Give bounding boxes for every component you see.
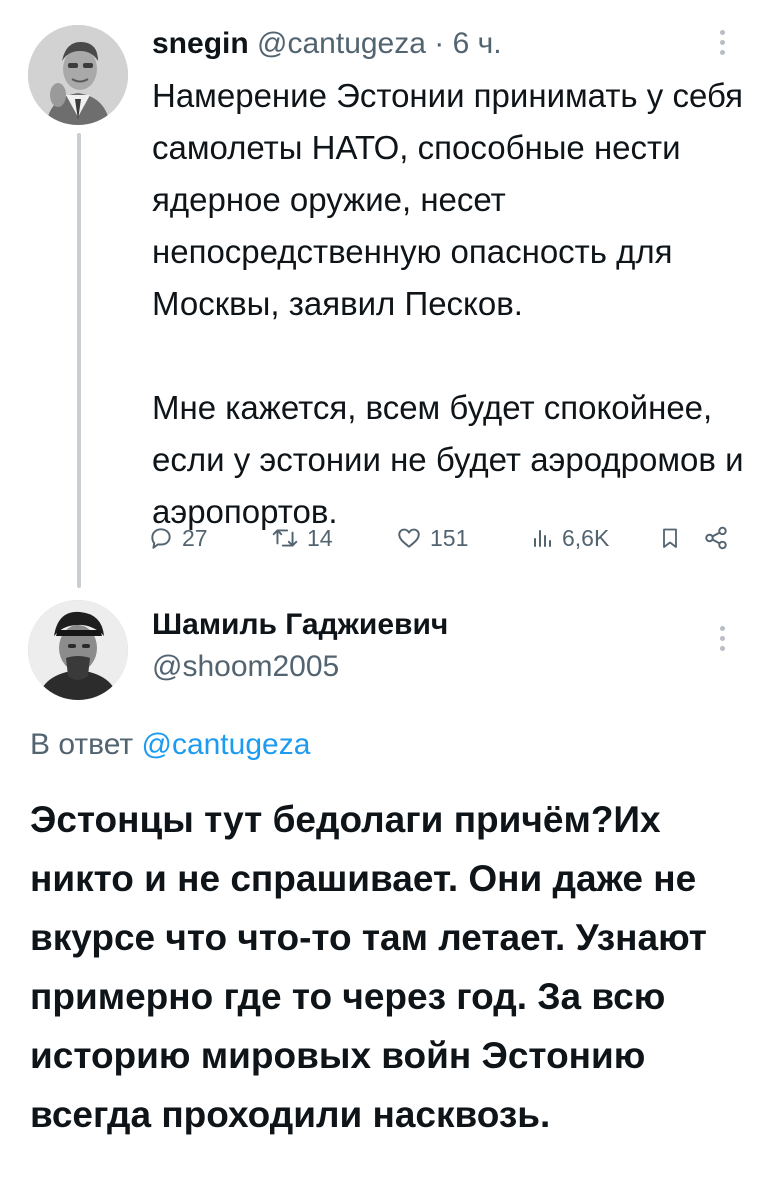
reply-author-name[interactable]: Шамиль Гаджиевич xyxy=(152,608,448,642)
avatar-shamil[interactable] xyxy=(28,600,128,700)
avatar-image xyxy=(28,600,128,700)
author-handle[interactable]: @cantugeza xyxy=(257,27,426,60)
share-icon xyxy=(705,526,727,550)
repost-button[interactable]: 14 xyxy=(271,518,333,558)
reply-button[interactable]: 27 xyxy=(148,518,208,558)
views-icon xyxy=(534,530,551,547)
tweet-actions: 27 14 151 6,6K xyxy=(148,518,748,558)
share-button[interactable] xyxy=(703,518,729,558)
reply-body: Эстонцы тут бедолаги причём?Их никто и н… xyxy=(30,799,707,1135)
tweet-body: Намерение Эстонии принимать у себя самол… xyxy=(152,70,752,538)
avatar-image xyxy=(28,25,128,125)
reply-to-label: В ответ xyxy=(30,728,134,761)
author-name[interactable]: snegin xyxy=(152,27,249,60)
repost-count: 14 xyxy=(307,524,333,551)
reply-author-handle[interactable]: @shoom2005 xyxy=(152,650,339,684)
views-button[interactable]: 6,6K xyxy=(530,518,609,558)
views-count: 6,6K xyxy=(562,524,610,551)
thread-connector-line xyxy=(77,133,81,588)
like-button[interactable]: 151 xyxy=(396,518,468,558)
more-icon[interactable] xyxy=(718,30,726,55)
avatar-snegin[interactable] xyxy=(28,25,128,125)
like-icon xyxy=(398,528,420,548)
reply-count: 27 xyxy=(182,524,208,551)
tweet-paragraph: Намерение Эстонии принимать у себя самол… xyxy=(152,77,743,322)
reply-icon xyxy=(151,528,171,549)
like-count: 151 xyxy=(430,524,469,551)
separator-dot: · xyxy=(434,27,445,60)
tweet-header: snegin @cantugeza · 6 ч. xyxy=(152,26,502,62)
reply-to-mention[interactable]: @cantugeza xyxy=(141,728,310,761)
repost-icon xyxy=(272,529,298,547)
more-icon[interactable] xyxy=(718,626,726,651)
tweet-paragraph: Мне кажется, всем будет спокойнее, если … xyxy=(152,389,744,530)
reply-to-line: В ответ @cantugeza xyxy=(30,728,310,762)
tweet-time[interactable]: 6 ч. xyxy=(453,27,502,60)
bookmark-icon xyxy=(663,528,677,548)
bookmark-button[interactable] xyxy=(658,518,682,558)
